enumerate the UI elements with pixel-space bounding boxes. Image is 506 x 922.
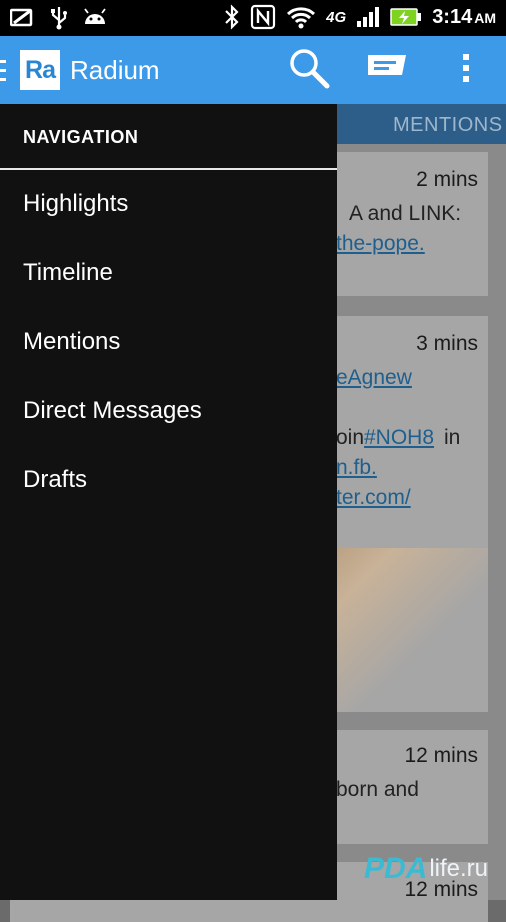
tweet-mention-link[interactable]: eAgnew — [336, 366, 412, 390]
tweet-text: A and LINK: — [349, 202, 462, 225]
clock-ampm: AM — [474, 9, 496, 26]
nav-item-label: Drafts — [23, 466, 88, 493]
tweet-time: 2 mins — [416, 168, 478, 191]
usb-icon — [50, 6, 68, 30]
tweet-link[interactable]: n.fb. — [336, 456, 377, 480]
watermark-text: life.ru — [429, 855, 488, 882]
compose-button[interactable] — [365, 50, 409, 90]
nav-item-label: Direct Messages — [23, 397, 202, 424]
compose-icon — [366, 53, 408, 88]
tweet-hashtag[interactable]: #NOH8 — [364, 426, 434, 450]
nav-item-drafts[interactable]: Drafts — [0, 446, 337, 515]
nav-item-mentions[interactable]: Mentions — [0, 308, 337, 377]
tweet-link[interactable]: ter.com/ — [336, 486, 411, 510]
action-bar: Ra Radium — [0, 36, 506, 104]
screen-icon — [10, 8, 36, 28]
nav-item-label: Timeline — [23, 259, 113, 286]
overflow-menu-icon — [462, 53, 470, 88]
drawer-header: NAVIGATION — [0, 104, 337, 170]
search-button[interactable] — [287, 48, 331, 90]
nav-item-direct-messages[interactable]: Direct Messages — [0, 377, 337, 446]
overflow-menu-button[interactable] — [444, 50, 488, 90]
nfc-icon — [250, 4, 276, 30]
app-logo[interactable]: Ra — [20, 50, 60, 90]
android-icon — [82, 8, 108, 28]
drawer-indicator-icon[interactable] — [0, 60, 8, 87]
tab-mentions[interactable]: MENTIONS — [393, 114, 503, 137]
tweet-text: oin — [336, 426, 365, 449]
nav-item-highlights[interactable]: Highlights — [0, 170, 337, 239]
watermark: PDA life.ru — [364, 852, 488, 886]
battery-charging-icon — [390, 7, 422, 27]
nav-item-label: Highlights — [23, 190, 129, 217]
tweet-text: born and — [336, 778, 419, 801]
clock: 3:14 AM — [432, 6, 496, 29]
status-bar: 4G 3:14 AM — [0, 0, 506, 36]
search-icon — [288, 47, 330, 94]
tweet-link[interactable]: the-pope. — [336, 232, 425, 256]
watermark-logo: PDA — [363, 852, 428, 885]
bluetooth-icon — [224, 4, 240, 30]
lte-icon: 4G — [326, 9, 346, 26]
clock-time: 3:14 — [432, 5, 473, 28]
app-title[interactable]: Radium — [70, 55, 160, 86]
tweet-time: 3 mins — [416, 332, 478, 355]
network-type-label: 4G — [326, 8, 347, 26]
drawer-header-title: NAVIGATION — [23, 127, 139, 147]
nav-item-timeline[interactable]: Timeline — [0, 239, 337, 308]
tweet-text: in — [444, 426, 461, 449]
wifi-icon — [286, 5, 316, 29]
navigation-drawer: NAVIGATION Highlights Timeline Mentions … — [0, 104, 337, 900]
nav-item-label: Mentions — [23, 328, 121, 355]
signal-icon — [356, 6, 380, 28]
tweet-time: 12 mins — [404, 744, 478, 767]
